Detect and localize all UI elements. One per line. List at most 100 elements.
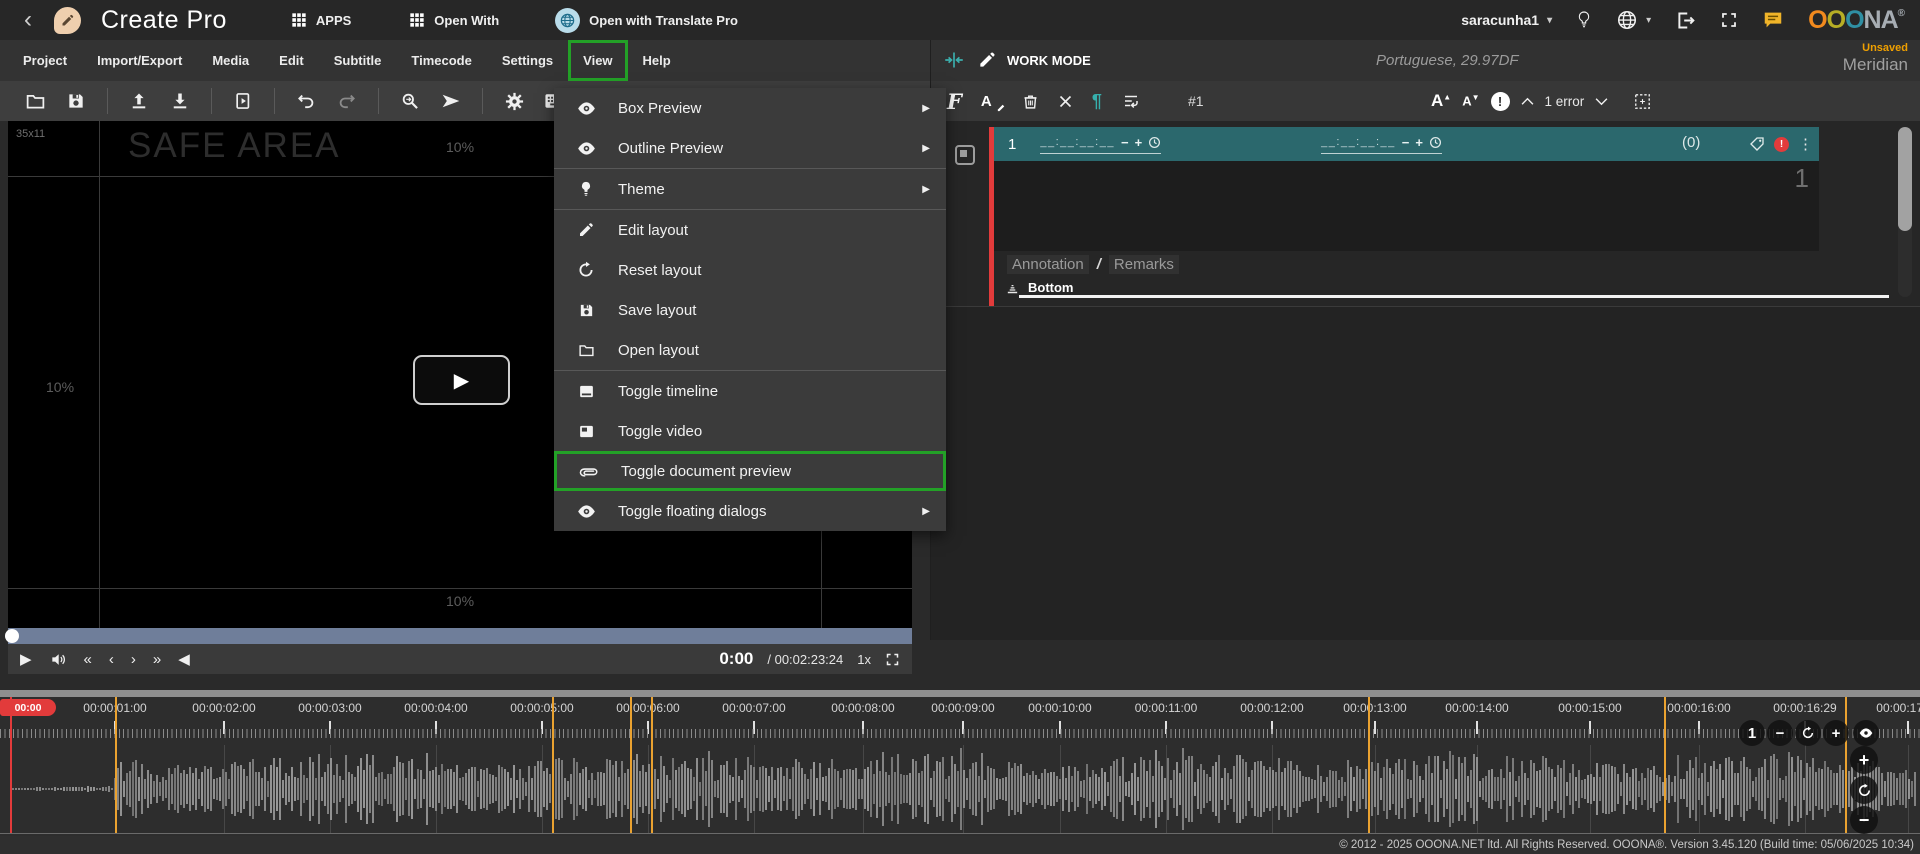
undo-icon[interactable] <box>293 88 319 114</box>
next-error-chevron-icon[interactable] <box>1595 97 1608 106</box>
view-menu-item-toggle-timeline[interactable]: Toggle timeline <box>554 371 946 411</box>
view-menu-item-reset-layout[interactable]: Reset layout <box>554 250 946 290</box>
waveform-visibility-icon[interactable] <box>1853 720 1879 746</box>
open-with-translate-button[interactable]: Open with Translate Pro <box>555 8 738 33</box>
timeline-marker[interactable] <box>1664 697 1666 833</box>
subtitle-scrollbar[interactable] <box>1898 127 1912 297</box>
theme-bulb-icon[interactable] <box>1576 9 1592 31</box>
prev-subtitle-icon[interactable]: ◀ <box>178 650 190 668</box>
menu-project[interactable]: Project <box>8 40 82 81</box>
save-icon[interactable] <box>63 88 89 114</box>
playhead-badge[interactable]: 00:00 <box>0 699 56 716</box>
work-mode-pencil-icon[interactable] <box>977 50 997 70</box>
merge-timecode-icon[interactable] <box>943 50 965 70</box>
vertical-zoom-in-button[interactable]: + <box>1850 746 1878 774</box>
subtitle-text-input[interactable]: 1 <box>994 161 1819 251</box>
view-menu-item-toggle-floating-dialogs[interactable]: Toggle floating dialogs▶ <box>554 491 946 531</box>
scrollbar-thumb[interactable] <box>1898 127 1912 231</box>
fullscreen-icon[interactable] <box>1720 11 1738 29</box>
subtitle-menu-icon[interactable]: ⋮ <box>1798 135 1813 153</box>
deliver-icon[interactable] <box>438 88 464 114</box>
import-icon[interactable] <box>126 88 152 114</box>
menu-subtitle[interactable]: Subtitle <box>319 40 397 81</box>
view-menu-item-toggle-video[interactable]: Toggle video <box>554 411 946 451</box>
language-selector[interactable]: ▾ <box>1616 9 1651 31</box>
play-icon[interactable]: ▶ <box>20 650 32 668</box>
media-icon[interactable] <box>230 88 256 114</box>
font-increase-icon[interactable]: A▲ <box>1431 91 1451 111</box>
timecode-decrement-button[interactable]: − <box>1121 135 1129 150</box>
subtitle-header-row[interactable]: 1 __:__:__:__ − + __:__:__:__ − + (0) ! … <box>994 127 1819 161</box>
clock-icon[interactable] <box>1429 136 1442 149</box>
in-timecode-field[interactable]: __:__:__:__ − + <box>1040 135 1161 154</box>
font-decrease-icon[interactable]: A▼ <box>1462 93 1479 108</box>
wrap-lines-icon[interactable] <box>1121 92 1141 110</box>
menu-help[interactable]: Help <box>628 40 686 81</box>
open-with-button[interactable]: Open With <box>409 12 499 28</box>
timeline[interactable]: 00:00:01:0000:00:02:0000:00:03:0000:00:0… <box>0 690 1920 836</box>
skip-forward-icon[interactable]: » <box>153 651 161 668</box>
timecode-decrement-button[interactable]: − <box>1402 135 1410 150</box>
vertical-zoom-out-button[interactable]: − <box>1850 806 1878 834</box>
back-button[interactable]: ‹ <box>24 2 32 38</box>
menu-timecode[interactable]: Timecode <box>396 40 486 81</box>
timeline-marker[interactable] <box>630 697 632 833</box>
audio-waveform[interactable] <box>0 745 1920 833</box>
remarks-tab[interactable]: Remarks <box>1109 255 1179 274</box>
font-style-icon[interactable]: F <box>947 89 962 114</box>
feedback-chat-icon[interactable] <box>1762 9 1784 31</box>
vertical-refresh-icon[interactable] <box>1850 776 1878 804</box>
prev-error-chevron-icon[interactable] <box>1521 97 1534 106</box>
find-replace-icon[interactable] <box>397 88 423 114</box>
menu-edit[interactable]: Edit <box>264 40 319 81</box>
menu-media[interactable]: Media <box>197 40 264 81</box>
video-seekbar[interactable] <box>8 628 912 644</box>
timeline-marker[interactable] <box>552 697 554 833</box>
timeline-marker[interactable] <box>1368 697 1370 833</box>
clock-icon[interactable] <box>1148 136 1161 149</box>
view-menu-item-theme[interactable]: Theme▶ <box>554 169 946 209</box>
view-menu-item-outline-preview[interactable]: Outline Preview▶ <box>554 128 946 168</box>
user-menu[interactable]: saracunha1 ▾ <box>1461 12 1552 28</box>
big-play-button[interactable]: ▶ <box>413 355 510 405</box>
tag-icon[interactable] <box>1749 136 1765 152</box>
view-menu-item-edit-layout[interactable]: Edit layout <box>554 210 946 250</box>
prev-frame-icon[interactable]: ‹ <box>109 651 114 668</box>
delete-subtitle-icon[interactable] <box>1022 92 1039 111</box>
skip-back-icon[interactable]: « <box>84 651 92 668</box>
zoom-out-button[interactable]: − <box>1767 720 1793 746</box>
cell-view-icon[interactable] <box>955 145 975 165</box>
menu-view[interactable]: View <box>568 40 627 81</box>
timecode-increment-button[interactable]: + <box>1415 135 1423 150</box>
character-format-icon[interactable]: A <box>981 93 1003 110</box>
refresh-waveform-icon[interactable] <box>1795 720 1821 746</box>
subtitle-error-icon[interactable]: ! <box>1774 137 1789 152</box>
view-menu-item-box-preview[interactable]: Box Preview▶ <box>554 88 946 128</box>
marquee-select-icon[interactable] <box>1633 92 1652 111</box>
align-bottom-icon[interactable] <box>1005 280 1020 295</box>
timecode-increment-button[interactable]: + <box>1135 135 1143 150</box>
pilcrow-icon[interactable]: ¶ <box>1092 91 1102 112</box>
timeline-marker[interactable] <box>115 697 117 833</box>
redo-icon[interactable] <box>334 88 360 114</box>
error-indicator-icon[interactable]: ! <box>1491 92 1510 111</box>
logout-icon[interactable] <box>1675 10 1696 31</box>
timeline-marker[interactable] <box>651 697 653 833</box>
zoom-reset-button[interactable]: 1 <box>1739 720 1765 746</box>
menu-import-export[interactable]: Import/Export <box>82 40 197 81</box>
playback-speed[interactable]: 1x <box>857 652 871 667</box>
zoom-in-button[interactable]: + <box>1823 720 1849 746</box>
timeline-marker[interactable] <box>1845 697 1847 833</box>
view-menu-item-open-layout[interactable]: Open layout <box>554 330 946 370</box>
open-project-folder-icon[interactable] <box>22 88 48 114</box>
clear-text-icon[interactable] <box>1058 94 1073 109</box>
apps-button[interactable]: APPS <box>291 12 351 28</box>
export-icon[interactable] <box>167 88 193 114</box>
menu-settings[interactable]: Settings <box>487 40 568 81</box>
settings-gear-icon[interactable] <box>501 88 527 114</box>
error-count[interactable]: 1 error <box>1545 94 1585 109</box>
timeline-scrollbar[interactable] <box>0 690 1920 697</box>
annotation-tab[interactable]: Annotation <box>1007 255 1089 274</box>
seek-knob[interactable] <box>5 629 19 643</box>
playhead-line[interactable] <box>10 697 12 833</box>
